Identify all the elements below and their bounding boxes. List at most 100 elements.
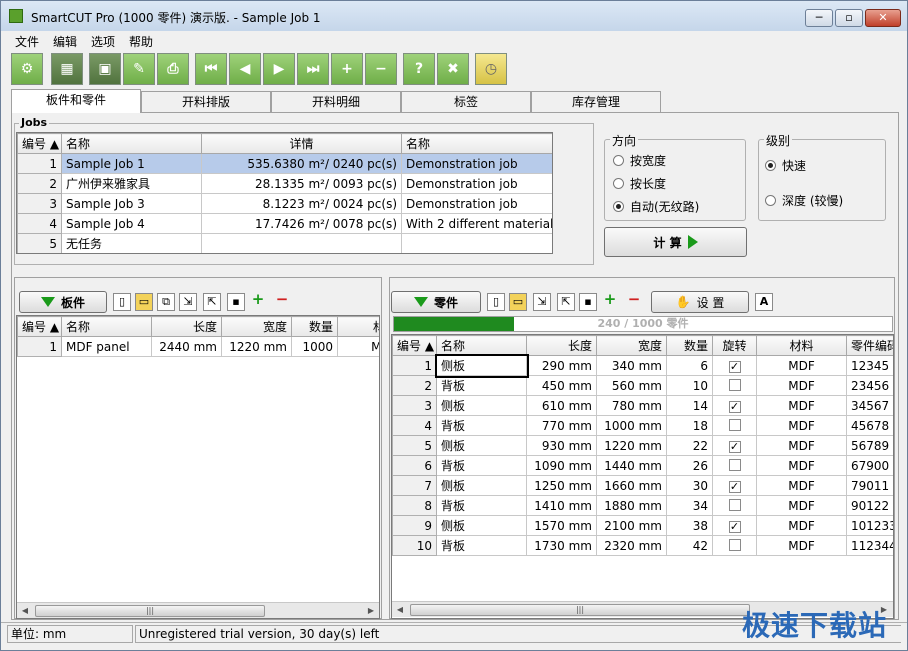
board-row[interactable]: 1MDF panel2440 mm1220 mm1000MI — [17, 336, 379, 357]
new-icon[interactable]: ▯ — [113, 293, 131, 311]
part-length-cell[interactable]: 1090 mm — [526, 455, 597, 476]
rotate-checkbox-checked[interactable]: ✓ — [728, 361, 741, 373]
remove-icon[interactable]: − — [625, 291, 643, 309]
parts-table[interactable]: 编号 ▲ 名称 长度 宽度 数量 旋转 材料 零件编码 1侧板290 mm340… — [391, 334, 894, 619]
import-icon[interactable]: ⇲ — [533, 293, 551, 311]
job-name-cell[interactable]: Sample Job 4 — [61, 213, 202, 234]
part-row[interactable]: 5 侧板 930 mm 1220 mm 22 ✓ MDF 56789 — [392, 435, 893, 456]
part-code-cell[interactable]: 112344 — [846, 535, 893, 556]
part-name-cell[interactable]: 背板 — [436, 455, 527, 476]
job-detail-cell[interactable]: 28.1335 m²/ 0093 pc(s) — [201, 173, 402, 194]
part-rotate-cell[interactable] — [712, 375, 757, 396]
part-material-cell[interactable]: MDF — [756, 475, 847, 496]
part-length-cell[interactable]: 1250 mm — [526, 475, 597, 496]
col-header-length[interactable]: 长度 — [151, 316, 222, 337]
boards-table[interactable]: 编号 ▲ 名称 长度 宽度 数量 材 1MDF panel2440 mm1220… — [16, 315, 380, 619]
part-length-cell[interactable]: 610 mm — [526, 395, 597, 416]
part-name-cell[interactable]: 侧板 — [436, 435, 527, 456]
gear-icon[interactable]: ⚙ — [11, 53, 43, 85]
menu-edit[interactable]: 编辑 — [53, 33, 77, 50]
rotate-checkbox[interactable] — [728, 458, 741, 471]
boards-button[interactable]: 板件 — [19, 291, 107, 313]
part-rotate-cell[interactable]: ✓ — [712, 435, 757, 456]
job-row[interactable]: 3 Sample Job 3 8.1223 m²/ 0024 pc(s) Demons… — [17, 193, 552, 214]
part-width-cell[interactable]: 1440 mm — [596, 455, 667, 476]
part-width-cell[interactable]: 340 mm — [596, 355, 667, 376]
part-rotate-cell[interactable] — [712, 415, 757, 436]
scroll-thumb[interactable]: ||| — [410, 604, 750, 616]
direction-auto-radio[interactable]: 自动(无纹路) — [613, 198, 699, 215]
job-detail-cell[interactable]: 535.6380 m²/ 0240 pc(s) — [201, 153, 402, 174]
print-icon[interactable]: ⎙ — [157, 53, 189, 85]
remove-icon[interactable]: − — [365, 53, 397, 85]
board-name-cell[interactable]: MDF panel — [61, 336, 152, 357]
part-code-cell[interactable]: 56789 — [846, 435, 893, 456]
part-width-cell[interactable]: 2320 mm — [596, 535, 667, 556]
direction-by-width-radio[interactable]: 按宽度 — [613, 152, 666, 169]
edit-icon[interactable]: ✎ — [123, 53, 155, 85]
col-header-name[interactable]: 名称 — [436, 335, 527, 356]
job-name-cell[interactable]: Sample Job 1 — [61, 153, 202, 174]
boards-hscrollbar[interactable]: ◀ ||| ▶ — [17, 602, 379, 618]
job-name-cell[interactable]: 无任务 — [61, 233, 202, 253]
col-header-qty[interactable]: 数量 — [291, 316, 338, 337]
tab-cut-details[interactable]: 开料明细 — [271, 91, 401, 113]
scroll-thumb[interactable]: ||| — [35, 605, 265, 617]
rotate-checkbox-checked[interactable]: ✓ — [728, 401, 741, 413]
part-name-cell[interactable]: 背板 — [436, 495, 527, 516]
rotate-checkbox[interactable] — [728, 418, 741, 431]
board-length-cell[interactable]: 2440 mm — [151, 336, 222, 357]
calculator-icon[interactable]: ▦ — [51, 53, 83, 85]
job-row[interactable]: 1 Sample Job 1 535.6380 m²/ 0240 pc(s) Demo… — [17, 153, 552, 174]
col-header-no[interactable]: 编号 ▲ — [17, 316, 62, 337]
part-width-cell[interactable]: 2100 mm — [596, 515, 667, 536]
part-material-cell[interactable]: MDF — [756, 455, 847, 476]
part-code-cell[interactable]: 12345 — [846, 355, 893, 376]
col-header-rotate[interactable]: 旋转 — [712, 335, 757, 356]
job-name-cell[interactable]: Sample Job 3 — [61, 193, 202, 214]
part-length-cell[interactable]: 450 mm — [526, 375, 597, 396]
job-desc-cell[interactable]: Demonstration job — [401, 153, 552, 174]
open-folder-icon[interactable]: ▭ — [509, 293, 527, 311]
save-icon[interactable]: ▣ — [89, 53, 121, 85]
part-width-cell[interactable]: 1880 mm — [596, 495, 667, 516]
add-icon[interactable]: + — [601, 291, 619, 309]
tab-labels[interactable]: 标签 — [401, 91, 531, 113]
part-row[interactable]: 2 背板 450 mm 560 mm 10 MDF 23456 — [392, 375, 893, 396]
calculate-button[interactable]: 计 算 — [604, 227, 747, 257]
add-icon[interactable]: + — [249, 291, 267, 309]
copy-icon[interactable]: ⧉ — [157, 293, 175, 311]
part-qty-cell[interactable]: 18 — [666, 415, 713, 436]
col-header-part-code[interactable]: 零件编码 — [846, 335, 893, 356]
next-icon[interactable]: ▶ — [263, 53, 295, 85]
job-row[interactable]: 4 Sample Job 4 17.7426 m²/ 0078 pc(s) With … — [17, 213, 552, 234]
part-material-cell[interactable]: MDF — [756, 535, 847, 556]
part-code-cell[interactable]: 79011 — [846, 475, 893, 496]
part-material-cell[interactable]: MDF — [756, 435, 847, 456]
col-header-detail[interactable]: 详情 — [201, 133, 402, 154]
tab-layout[interactable]: 开料排版 — [141, 91, 271, 113]
part-qty-cell[interactable]: 10 — [666, 375, 713, 396]
job-desc-cell[interactable]: Demonstration job — [401, 173, 552, 194]
part-rotate-cell[interactable] — [712, 535, 757, 556]
part-rotate-cell[interactable]: ✓ — [712, 355, 757, 376]
col-header-width[interactable]: 宽度 — [596, 335, 667, 356]
board-qty-cell[interactable]: 1000 — [291, 336, 338, 357]
part-width-cell[interactable]: 1000 mm — [596, 415, 667, 436]
part-qty-cell[interactable]: 26 — [666, 455, 713, 476]
part-length-cell[interactable]: 1570 mm — [526, 515, 597, 536]
part-name-cell[interactable]: 背板 — [436, 415, 527, 436]
part-rotate-cell[interactable]: ✓ — [712, 515, 757, 536]
export-icon[interactable]: ⇱ — [203, 293, 221, 311]
part-qty-cell[interactable]: 6 — [666, 355, 713, 376]
font-icon[interactable]: A — [755, 293, 773, 311]
close-button[interactable]: ✕ — [865, 9, 901, 27]
menu-help[interactable]: 帮助 — [129, 33, 153, 50]
part-row[interactable]: 8 背板 1410 mm 1880 mm 34 MDF 90122 — [392, 495, 893, 516]
part-rotate-cell[interactable]: ✓ — [712, 395, 757, 416]
part-material-cell[interactable]: MDF — [756, 515, 847, 536]
col-header-width[interactable]: 宽度 — [221, 316, 292, 337]
job-detail-cell[interactable]: 8.1223 m²/ 0024 pc(s) — [201, 193, 402, 214]
part-code-cell[interactable]: 101233 — [846, 515, 893, 536]
level-fast-radio[interactable]: 快速 — [765, 157, 806, 174]
